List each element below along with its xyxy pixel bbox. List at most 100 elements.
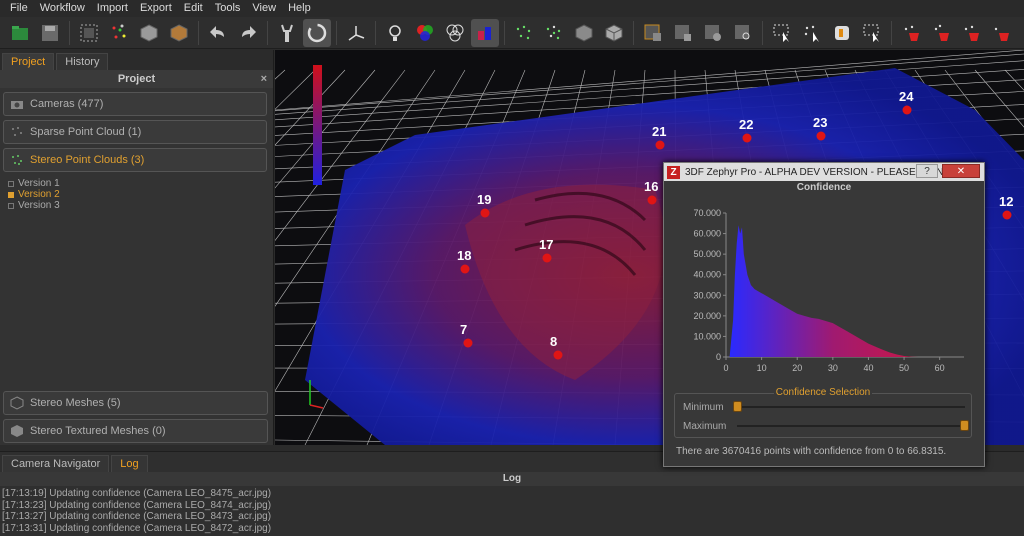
close-button[interactable]: ✕ — [942, 164, 980, 178]
dialog-titlebar[interactable]: Z 3DF Zephyr Pro - ALPHA DEV VERSION - P… — [664, 163, 984, 181]
log-body: [17:13:19] Updating confidence (Camera L… — [0, 486, 1024, 534]
lightbulb-icon[interactable] — [381, 19, 409, 47]
version-item[interactable]: Version 1 — [8, 178, 273, 189]
marker-label: 21 — [652, 124, 666, 139]
version-list: Version 1 Version 2 Version 3 — [8, 178, 273, 211]
dense-points-icon[interactable] — [540, 19, 568, 47]
log-line: [17:13:27] Updating confidence (Camera L… — [2, 511, 272, 522]
redo-icon[interactable] — [234, 19, 262, 47]
textured-cube-icon[interactable] — [165, 19, 193, 47]
maximum-slider-handle[interactable] — [960, 420, 969, 431]
confidence-bar — [313, 65, 322, 185]
marker-point[interactable] — [463, 338, 473, 348]
cameras-group[interactable]: Cameras (477) — [3, 92, 267, 116]
select-cursor-icon[interactable] — [858, 19, 886, 47]
cube-icon[interactable] — [135, 19, 163, 47]
sparse-points-icon[interactable] — [510, 19, 538, 47]
marker-point[interactable] — [480, 208, 490, 218]
menu-edit[interactable]: Edit — [178, 0, 209, 17]
version-item[interactable]: Version 2 — [8, 189, 273, 200]
mask-icon[interactable] — [828, 19, 856, 47]
x-tick-label: 20 — [792, 363, 802, 373]
search-selection-icon[interactable] — [729, 19, 757, 47]
undo-icon[interactable] — [204, 19, 232, 47]
panel-title-text: Project — [117, 73, 156, 85]
confidence-color-icon[interactable] — [471, 18, 499, 47]
sparse-point-cloud-group[interactable]: Sparse Point Cloud (1) — [3, 120, 267, 144]
mesh-cube-icon[interactable] — [570, 19, 598, 47]
more-tools-icon[interactable] — [987, 19, 1015, 47]
menu-export[interactable]: Export — [134, 0, 178, 17]
textured-mesh-icon — [11, 425, 23, 437]
circle-selection-icon[interactable] — [699, 19, 727, 47]
delete-points-icon[interactable] — [897, 19, 925, 47]
stereo-point-clouds-group[interactable]: Stereo Point Clouds (3) — [3, 148, 267, 172]
rgb-color-icon[interactable] — [411, 19, 439, 47]
textured-label: Stereo Textured Meshes (0) — [30, 425, 166, 437]
marker-point[interactable] — [553, 350, 563, 360]
marker-point[interactable] — [647, 195, 657, 205]
tab-project[interactable]: Project — [2, 53, 55, 70]
lasso-points-icon[interactable] — [798, 19, 826, 47]
marker-point[interactable] — [460, 264, 470, 274]
wire-cube-icon[interactable] — [600, 19, 628, 47]
stereo-meshes-group[interactable]: Stereo Meshes (5) — [3, 391, 268, 415]
marker-label: 17 — [539, 237, 553, 252]
menu-file[interactable]: File — [4, 0, 34, 17]
marker-label: 24 — [899, 89, 914, 104]
version-item[interactable]: Version 3 — [8, 200, 273, 211]
panel-title: Project × — [0, 70, 273, 88]
filter-points-icon[interactable] — [957, 19, 985, 47]
maximum-slider[interactable] — [737, 420, 969, 431]
new-project-icon[interactable] — [6, 19, 34, 47]
close-icon[interactable]: × — [261, 70, 267, 88]
minimum-slider-handle[interactable] — [733, 401, 742, 412]
x-tick-label: 30 — [828, 363, 838, 373]
log-title: Log — [0, 472, 1024, 486]
tab-log[interactable]: Log — [111, 455, 148, 472]
y-tick-label: 60.000 — [693, 229, 721, 239]
wrench-icon[interactable] — [273, 19, 301, 47]
mesh-icon — [10, 396, 24, 410]
y-tick-label: 10.000 — [693, 331, 721, 341]
menu-import[interactable]: Import — [91, 0, 134, 17]
log-line: [17:13:19] Updating confidence (Camera L… — [2, 488, 272, 499]
add-selection-icon[interactable] — [669, 19, 697, 47]
menu-tools[interactable]: Tools — [209, 0, 247, 17]
checkbox-icon — [8, 191, 14, 198]
help-button[interactable]: ? — [916, 164, 938, 178]
meshes-label: Stereo Meshes (5) — [30, 397, 121, 409]
minimum-label: Minimum — [683, 401, 724, 413]
tab-history[interactable]: History — [56, 53, 109, 70]
delete-selection-icon[interactable] — [927, 19, 955, 47]
project-panel: Project History Project × Cameras (477) … — [0, 50, 274, 445]
y-tick-label: 70.000 — [693, 208, 721, 218]
color-circles-icon[interactable] — [441, 19, 469, 47]
marker-point[interactable] — [542, 253, 552, 263]
version-label: Version 3 — [18, 200, 60, 211]
marker-point[interactable] — [902, 105, 912, 115]
menu-workflow[interactable]: Workflow — [34, 0, 91, 17]
marker-point[interactable] — [1002, 210, 1012, 220]
lock-selection-icon[interactable] — [639, 19, 667, 47]
axes-icon[interactable] — [342, 19, 370, 47]
marker-label: 7 — [460, 322, 467, 337]
orbit-icon[interactable] — [303, 18, 331, 47]
menu-bar: File Workflow Import Export Edit Tools View Hel… — [0, 0, 1024, 17]
grid-select-icon[interactable] — [75, 19, 103, 47]
menu-view[interactable]: View — [246, 0, 282, 17]
marker-point[interactable] — [655, 140, 665, 150]
sparse-cloud-icon — [12, 127, 22, 136]
y-tick-label: 20.000 — [693, 311, 721, 321]
x-tick-label: 0 — [723, 363, 728, 373]
points-color-icon[interactable] — [105, 19, 133, 47]
marker-point[interactable] — [816, 131, 826, 141]
save-icon[interactable] — [36, 19, 64, 47]
y-tick-label: 0 — [716, 352, 721, 362]
pick-points-icon[interactable] — [768, 19, 796, 47]
menu-help[interactable]: Help — [282, 0, 317, 17]
tab-camera-navigator[interactable]: Camera Navigator — [2, 455, 110, 472]
marker-point[interactable] — [742, 133, 752, 143]
minimum-slider[interactable] — [733, 401, 965, 412]
textured-meshes-group[interactable]: Stereo Textured Meshes (0) — [3, 419, 268, 443]
